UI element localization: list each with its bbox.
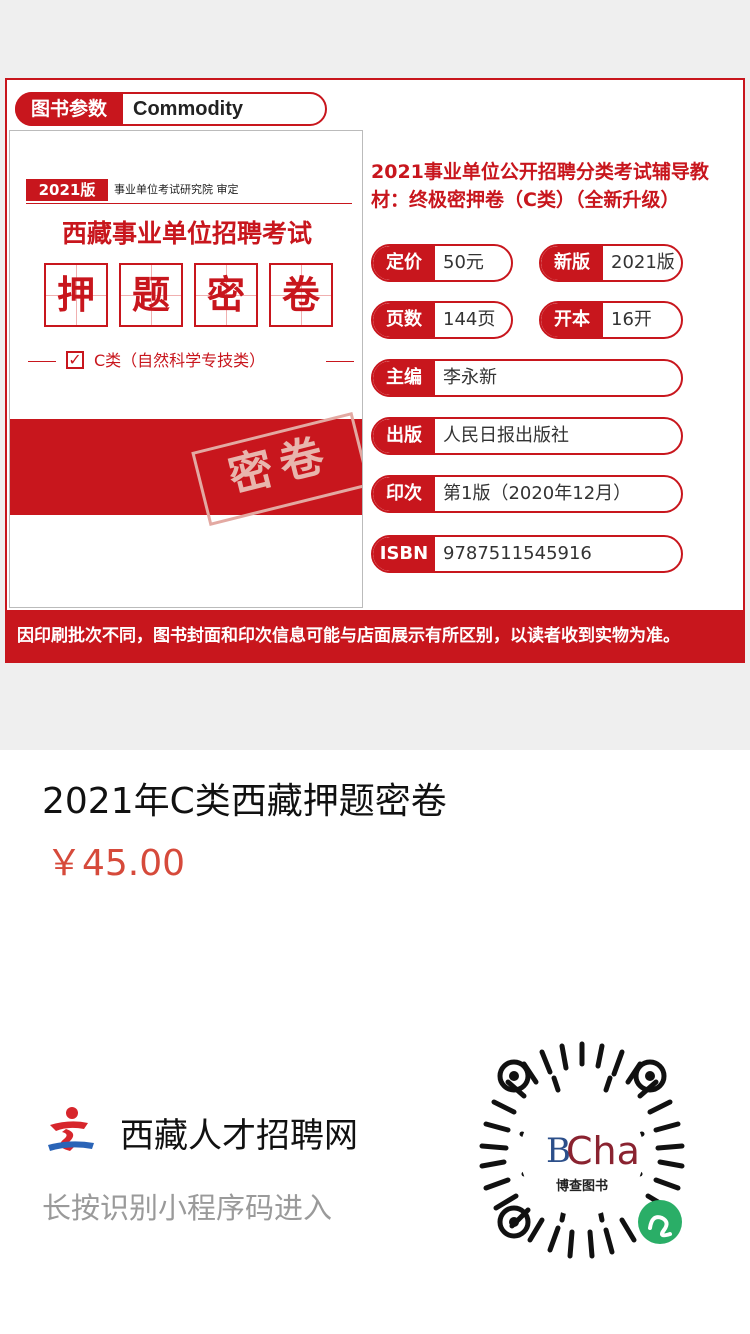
cover-edition-badge: 2021版 — [26, 179, 108, 201]
param-label: 主编 — [373, 361, 435, 395]
param-label: 页数 — [373, 303, 435, 337]
param-isbn: ISBN 9787511545916 — [371, 535, 683, 573]
cover-title-boxes: 押 题 密 卷 — [44, 263, 334, 327]
cover-dash — [326, 361, 354, 362]
param-value: 第1版（2020年12月） — [443, 483, 632, 504]
param-price: 定价 50元 — [371, 244, 513, 282]
param-publisher: 出版 人民日报出版社 — [371, 417, 683, 455]
cover-divider — [26, 203, 352, 204]
param-format: 开本 16开 — [539, 301, 683, 339]
wechat-mini-program-icon — [638, 1200, 682, 1244]
qr-brand-text: Cha — [566, 1129, 640, 1173]
param-label: 出版 — [373, 419, 435, 453]
product-image-area[interactable]: 图书参数 Commodity Parameters 2021版 事业单位考试研究… — [0, 0, 750, 750]
print-notice: 因印刷批次不同，图书封面和印次信息可能与店面展示有所区别，以读者收到实物为准。 — [7, 610, 743, 662]
book-cover: 2021版 事业单位考试研究院 审定 西藏事业单位招聘考试 押 题 密 卷 ✓ … — [9, 130, 363, 608]
product-title[interactable]: 2021年C类西藏押题密卷 — [42, 772, 447, 824]
mini-program-code[interactable]: B Cha 博查图书 — [462, 1034, 702, 1274]
shop-logo-icon — [48, 1107, 94, 1151]
parameters-header: 图书参数 Commodity Parameters — [15, 92, 327, 150]
param-value: 李永新 — [443, 367, 497, 388]
book-parameters-card: 图书参数 Commodity Parameters 2021版 事业单位考试研究… — [5, 78, 745, 663]
scan-hint: 长按识别小程序码进入 — [42, 1191, 333, 1225]
checkbox-icon: ✓ — [66, 351, 84, 369]
cover-subject-row: ✓ C类（自然科学专技类） — [28, 349, 354, 373]
param-value: 人民日报出版社 — [443, 425, 569, 446]
param-value: 16开 — [611, 309, 652, 330]
cover-char-box: 密 — [194, 263, 258, 327]
param-label: ISBN — [373, 537, 435, 571]
cover-subject: C类（自然科学专技类） — [94, 351, 266, 370]
shop-name[interactable]: 西藏人才招聘网 — [120, 1108, 358, 1157]
param-label: 开本 — [541, 303, 603, 337]
book-full-name: 2021事业单位公开招聘分类考试辅导教材：终极密押卷（C类）（全新升级） — [371, 161, 709, 211]
param-value: 144页 — [443, 309, 496, 330]
param-label: 印次 — [373, 477, 435, 511]
cover-char-box: 卷 — [269, 263, 333, 327]
cover-title: 西藏事业单位招聘考试 — [61, 219, 312, 248]
parameters-header-en: Commodity Parameters — [133, 98, 243, 150]
param-label: 新版 — [541, 246, 603, 280]
cover-char-box: 题 — [119, 263, 183, 327]
cover-publisher-text: 事业单位考试研究院 审定 — [114, 183, 239, 196]
cover-dash — [28, 361, 56, 362]
param-value: 2021版 — [611, 252, 675, 273]
param-pages: 页数 144页 — [371, 301, 513, 339]
param-label: 定价 — [373, 246, 435, 280]
qr-brand-cn: 博查图书 — [556, 1178, 608, 1194]
param-printing: 印次 第1版（2020年12月） — [371, 475, 683, 513]
param-edition: 新版 2021版 — [539, 244, 683, 282]
param-editor: 主编 李永新 — [371, 359, 683, 397]
product-price: ￥45.00 — [46, 843, 186, 884]
param-value: 9787511545916 — [443, 543, 592, 564]
param-value: 50元 — [443, 252, 484, 273]
parameters-header-cn: 图书参数 — [15, 92, 123, 126]
cover-char-box: 押 — [44, 263, 108, 327]
